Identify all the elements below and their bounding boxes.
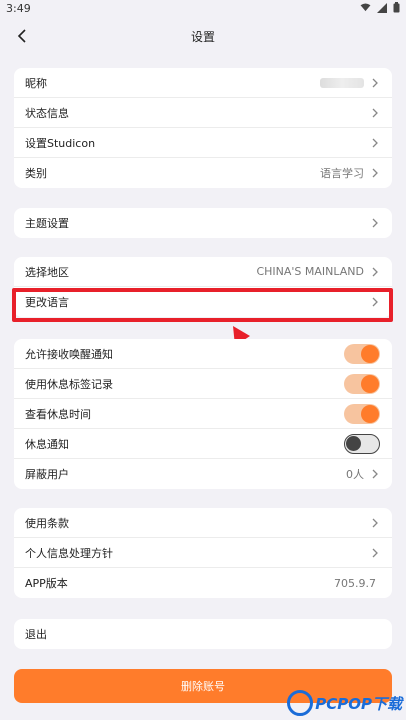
- region-card: 选择地区 CHINA'S MAINLAND 更改语言: [14, 257, 392, 317]
- row-label: 休息通知: [25, 437, 69, 451]
- chevron-right-icon: [372, 518, 378, 527]
- row-rest-notify: 休息通知: [14, 429, 392, 459]
- row-set-studicon[interactable]: 设置Studicon: [14, 128, 392, 158]
- watermark-logo-icon: [287, 690, 314, 716]
- row-value: 0人: [346, 468, 364, 481]
- profile-card: 昵称 状态信息 设置Studicon 类别 语言学习: [14, 68, 392, 188]
- chevron-right-icon: [372, 78, 378, 87]
- row-status-info[interactable]: 状态信息: [14, 98, 392, 128]
- row-label: 退出: [25, 628, 47, 641]
- row-value: CHINA'S MAINLAND: [256, 265, 364, 278]
- theme-card: 主题设置: [14, 208, 392, 238]
- row-label: 设置Studicon: [25, 136, 96, 150]
- status-icons: [360, 2, 400, 13]
- nav-bar: 设置: [0, 18, 406, 54]
- row-label: 主题设置: [25, 217, 69, 230]
- row-label: 昵称: [25, 76, 47, 90]
- row-value: 语言学习: [320, 167, 364, 180]
- row-wake-notify: 允许接收唤醒通知: [14, 339, 392, 369]
- row-privacy-policy[interactable]: 个人信息处理方针: [14, 538, 392, 568]
- chevron-right-icon: [372, 297, 378, 307]
- logout-card: 退出: [14, 619, 392, 649]
- rest-tag-toggle[interactable]: [344, 373, 380, 394]
- signal-icon: [377, 2, 387, 13]
- watermark-text: PCPOP下载: [315, 694, 402, 713]
- page-title: 设置: [190, 30, 215, 44]
- chevron-right-icon: [372, 168, 378, 178]
- row-rest-time: 查看休息时间: [14, 399, 392, 429]
- row-label: 类别: [25, 167, 47, 180]
- notification-card: 允许接收唤醒通知 使用休息标签记录 查看休息时间 休息通知 屏蔽用户 0人: [14, 339, 392, 489]
- watermark: PCPOP下载: [287, 690, 402, 716]
- status-bar: 3:49: [0, 0, 406, 18]
- chevron-right-icon: [372, 469, 378, 479]
- chevron-right-icon: [372, 108, 378, 117]
- row-blocked-users[interactable]: 屏蔽用户 0人: [14, 459, 392, 489]
- chevron-right-icon: [372, 138, 378, 147]
- wifi-icon: [360, 3, 371, 12]
- battery-icon: [393, 2, 400, 13]
- row-label: 屏蔽用户: [25, 468, 69, 481]
- wake-notify-toggle[interactable]: [344, 343, 380, 364]
- row-label: 允许接收唤醒通知: [25, 347, 113, 361]
- row-label: 个人信息处理方针: [25, 546, 113, 560]
- row-label: 选择地区: [25, 265, 69, 279]
- row-change-language[interactable]: 更改语言: [14, 287, 392, 317]
- row-label: 状态信息: [25, 106, 69, 120]
- row-label: 使用休息标签记录: [25, 377, 113, 391]
- row-category[interactable]: 类别 语言学习: [14, 158, 392, 188]
- row-theme-settings[interactable]: 主题设置: [14, 208, 392, 238]
- app-version-value: 705.9.7: [334, 576, 376, 590]
- row-label: 查看休息时间: [25, 407, 91, 421]
- chevron-right-icon: [372, 548, 378, 557]
- row-label: APP版本: [25, 577, 68, 590]
- about-card: 使用条款 个人信息处理方针 APP版本 705.9.7: [14, 508, 392, 598]
- rest-notify-toggle[interactable]: [344, 433, 380, 454]
- status-time: 3:49: [6, 2, 31, 15]
- row-app-version: APP版本 705.9.7: [14, 568, 392, 598]
- row-rest-tag: 使用休息标签记录: [14, 369, 392, 399]
- row-label: 使用条款: [25, 516, 69, 530]
- row-nickname[interactable]: 昵称: [14, 68, 392, 98]
- chevron-right-icon: [372, 218, 378, 228]
- blurred-nickname: [320, 77, 364, 88]
- rest-time-toggle[interactable]: [344, 403, 380, 424]
- chevron-right-icon: [372, 267, 378, 276]
- row-logout[interactable]: 退出: [14, 619, 392, 649]
- row-select-region[interactable]: 选择地区 CHINA'S MAINLAND: [14, 257, 392, 287]
- row-terms[interactable]: 使用条款: [14, 508, 392, 538]
- row-label: 更改语言: [25, 296, 69, 309]
